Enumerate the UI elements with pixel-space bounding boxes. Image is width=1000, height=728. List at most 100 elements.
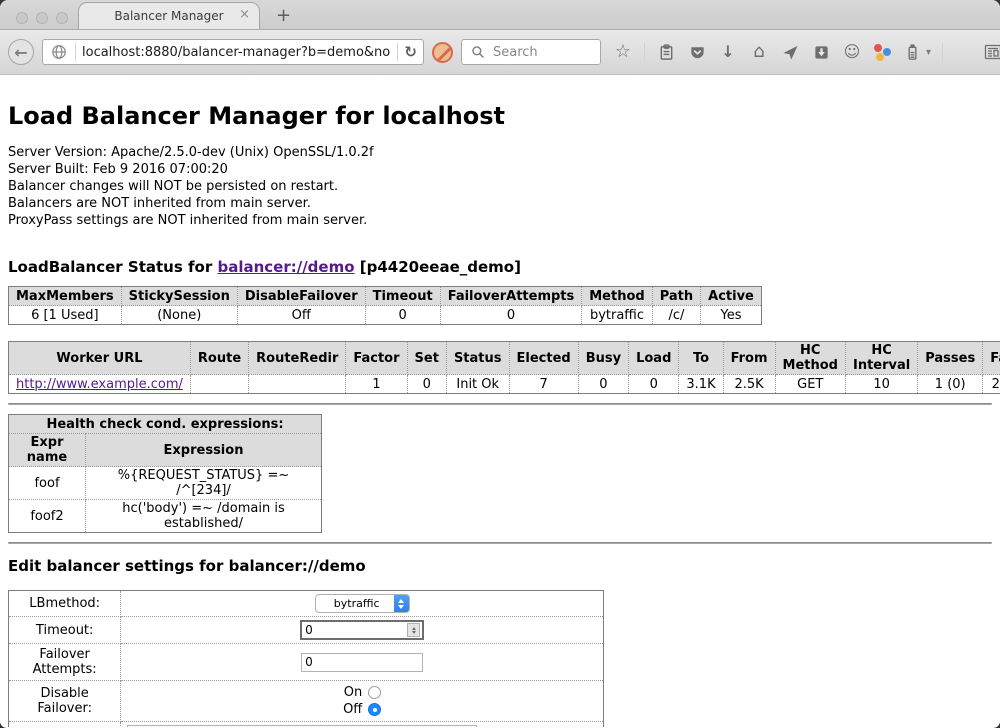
server-built-line: Server Built: Feb 9 2016 07:00:20 [8,161,992,178]
toolbar-divider [644,43,645,61]
col-hc-interval: HC Interval [845,342,917,375]
lbmethod-selected-value: bytraffic [316,597,394,610]
pocket-icon[interactable] [687,42,707,62]
col-hc-method: HC Method [775,342,845,375]
bookmark-star-icon[interactable]: ☆ [613,42,633,62]
col-failoverattempts: FailoverAttempts [440,287,582,306]
downloads-icon[interactable]: ↓ [718,42,738,62]
cell-routeredir [249,375,346,394]
table-title-row: Health check cond. expressions: [9,415,322,434]
url-input[interactable] [82,45,391,60]
form-row-disable-failover: Disable Failover: On Off [9,681,604,722]
page-content: Load Balancer Manager for localhost Serv… [0,75,1000,727]
search-bar[interactable] [461,39,601,65]
radio-on[interactable] [368,686,381,699]
form-row-sticky-session: Sticky Session: (Use '-' to delete) [9,722,604,728]
url-bar[interactable]: ↻ [42,39,424,65]
number-spinner-icon[interactable] [407,623,420,637]
col-passes: Passes [918,342,983,375]
col-from: From [723,342,775,375]
chat-smiley-extension-icon[interactable]: ☺ [842,42,862,62]
server-info: Server Version: Apache/2.5.0-dev (Unix) … [8,144,992,229]
cell-passes: 1 (0) [918,375,983,394]
zoom-window-button[interactable] [56,12,68,24]
col-set: Set [407,342,446,375]
table-row: foof %{REQUEST_STATUS} =~ /^[234]/ [9,467,322,500]
cell-to: 3.1K [679,375,723,394]
home-icon[interactable]: ⌂ [749,42,769,62]
radio-off-label: Off [343,702,362,717]
failover-attempts-input[interactable] [301,653,423,672]
reader-grid-icon[interactable] [983,42,1000,62]
battery-extension-icon[interactable] [902,42,922,62]
cell-timeout: 0 [365,306,440,325]
sticky-session-label: Sticky Session: [9,722,121,728]
col-factor: Factor [346,342,407,375]
health-check-table: Health check cond. expressions: Expr nam… [8,414,322,533]
balancer-demo-link[interactable]: balancer://demo [217,258,354,276]
tab-title: Balancer Manager [114,9,223,23]
minimize-window-button[interactable] [36,12,48,24]
server-version-line: Server Version: Apache/2.5.0-dev (Unix) … [8,144,992,161]
back-button[interactable]: ← [8,39,34,65]
cell-path: /c/ [652,306,700,325]
cell-busy: 0 [578,375,628,394]
col-fails: Fails [983,342,1000,375]
bookmarks-clipboard-icon[interactable] [656,42,676,62]
form-row-failover-attempts: Failover Attempts: [9,644,604,681]
page-title: Load Balancer Manager for localhost [8,102,992,130]
lbmethod-select[interactable]: bytraffic [315,594,410,613]
cell-hc-interval: 10 [845,375,917,394]
close-window-button[interactable] [16,12,28,24]
navigation-toolbar: ← ↻ ☆ [0,30,1000,75]
cell-hc-method: GET [775,375,845,394]
cell-load: 0 [629,375,679,394]
table-header-row: Worker URL Route RouteRedir Factor Set S… [9,342,1000,375]
send-tab-icon[interactable] [780,42,800,62]
reload-icon[interactable]: ↻ [404,43,417,61]
cell-active: Yes [701,306,762,325]
extension-dropdown-caret-icon[interactable]: ▾ [926,47,931,58]
color-dots-extension-icon[interactable] [873,43,891,61]
toolbar-icons: ☆ ↓ ⌂ [613,42,1000,62]
col-to: To [679,342,723,375]
loadbalancer-status-heading: LoadBalancer Status for balancer://demo … [8,258,992,276]
col-expr-name: Expr name [9,434,86,467]
save-page-extension-icon[interactable] [811,42,831,62]
new-tab-button[interactable]: + [276,7,291,25]
cell-route [190,375,248,394]
cell-set: 0 [407,375,446,394]
content-blocked-icon[interactable] [432,42,453,63]
status-heading-suffix: [p4420eeae_demo] [355,258,521,276]
table-header-row: Expr name Expression [9,434,322,467]
col-method: Method [582,287,652,306]
tab-balancer-manager[interactable]: Balancer Manager × [78,2,260,29]
cell-expression: %{REQUEST_STATUS} =~ /^[234]/ [86,467,322,500]
globe-icon [49,42,69,62]
timeout-value: 0 [302,623,407,637]
worker-url-link[interactable]: http://www.example.com/ [16,377,183,392]
radio-off[interactable] [368,703,381,716]
cell-expression: hc('body') =~ /domain is established/ [86,500,322,533]
cell-fails: 2 (0) [983,375,1000,394]
cell-method: bytraffic [582,306,652,325]
search-input[interactable] [493,45,593,60]
table-header-row: MaxMembers StickySession DisableFailover… [9,287,762,306]
menu-hamburger-icon[interactable] [954,42,972,62]
worker-status-table: Worker URL Route RouteRedir Factor Set S… [8,341,1000,394]
timeout-input[interactable]: 0 [300,620,424,640]
sticky-session-input[interactable] [127,725,477,727]
col-path: Path [652,287,700,306]
disable-failover-label: Disable Failover: [9,681,121,722]
search-icon [468,42,488,62]
col-maxmembers: MaxMembers [9,287,122,306]
url-divider [75,43,76,61]
persist-note-line: Balancer changes will NOT be persisted o… [8,178,992,195]
col-status: Status [446,342,509,375]
tab-close-icon[interactable]: × [239,8,250,21]
cell-maxmembers: 6 [1 Used] [9,306,122,325]
proxypass-note-line: ProxyPass settings are NOT inherited fro… [8,212,992,229]
cell-disablefailover: Off [237,306,365,325]
inherit-note-line: Balancers are NOT inherited from main se… [8,195,992,212]
form-row-timeout: Timeout: 0 [9,617,604,644]
